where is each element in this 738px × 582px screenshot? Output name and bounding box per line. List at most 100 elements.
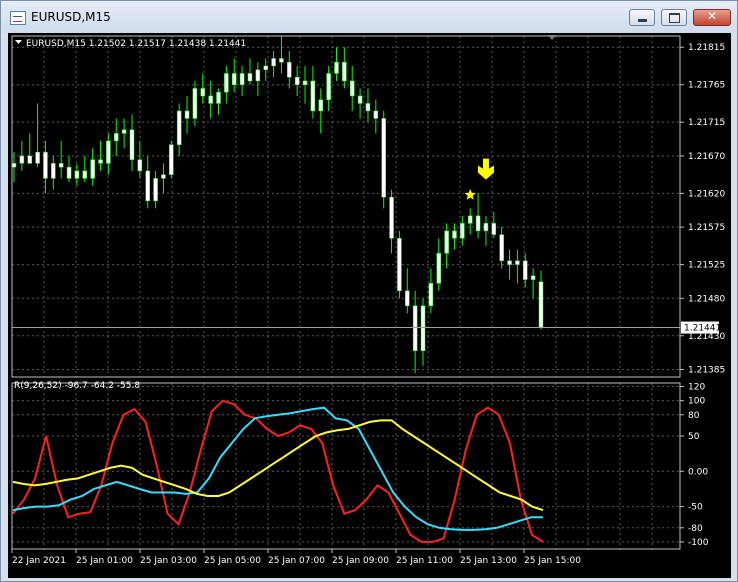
current-price-label: 1.21441 (684, 324, 721, 334)
osc-tick-label: 100 (688, 397, 705, 407)
candle-body[interactable] (467, 215, 473, 224)
candle-body[interactable] (428, 283, 434, 307)
candle-body[interactable] (538, 281, 544, 328)
time-axis-label: 25 Jan 07:00 (268, 556, 325, 566)
candle-body[interactable] (19, 155, 25, 164)
candle-body[interactable] (239, 73, 245, 85)
chart-shift-marker[interactable] (548, 35, 556, 40)
candle-body[interactable] (255, 69, 261, 82)
candle-body[interactable] (342, 61, 347, 82)
price-panel-frame (11, 35, 681, 378)
osc-panel-frame (11, 382, 681, 550)
candle-body[interactable] (184, 110, 190, 119)
maximize-button[interactable] (661, 9, 687, 26)
candle-body[interactable] (66, 166, 72, 179)
candle-body[interactable] (460, 223, 465, 239)
oscillator-header: R(9,26,52) -96.7 -64.2 -55.8 (14, 381, 140, 391)
candle-body[interactable] (27, 155, 32, 164)
osc-tick-label: -100 (688, 538, 709, 548)
osc-tick-label: 120 (688, 383, 705, 393)
candle-body[interactable] (444, 230, 449, 254)
candle-body[interactable] (121, 129, 127, 134)
chart-canvas[interactable]: 1.21815 1.21765 1.21715 1.21670 1.21620 1.215… (8, 33, 731, 578)
candle-body[interactable] (302, 80, 308, 85)
candle-body[interactable] (499, 234, 504, 262)
candle-body[interactable] (137, 159, 143, 172)
price-panel[interactable] (11, 36, 680, 374)
candle-body[interactable] (436, 253, 441, 284)
candle-body[interactable] (389, 196, 394, 239)
candle-body[interactable] (515, 260, 520, 265)
osc-tick-label: -80 (688, 524, 703, 534)
candle-body[interactable] (169, 144, 174, 175)
chart-grid (12, 36, 680, 549)
candle-body[interactable] (11, 163, 17, 168)
candle-body[interactable] (397, 238, 402, 292)
candle-body[interactable] (192, 88, 198, 119)
candle-body[interactable] (271, 58, 276, 67)
osc-tick-label: 0.00 (688, 467, 708, 477)
price-tick-label: 1.21715 (688, 118, 725, 128)
candle-body[interactable] (114, 133, 119, 142)
candle-body[interactable] (349, 80, 355, 97)
candle-body[interactable] (326, 73, 331, 100)
candle-body[interactable] (357, 95, 363, 104)
candle-body[interactable] (106, 140, 111, 164)
candle-body[interactable] (452, 230, 457, 239)
candle-body[interactable] (491, 223, 497, 235)
candle-body[interactable] (334, 61, 339, 74)
candle-body[interactable] (145, 170, 150, 202)
close-button[interactable]: ✕ (693, 9, 731, 26)
chart-window: EURUSD,M15 ✕ 1.21815 1.21765 1.21715 1.2167… (0, 0, 738, 582)
candle-body[interactable] (247, 73, 253, 82)
candle-body[interactable] (318, 99, 324, 112)
candle-body[interactable] (263, 65, 268, 70)
time-axis-label: 25 Jan 09:00 (332, 556, 389, 566)
candle-body[interactable] (475, 215, 481, 232)
candle-body[interactable] (507, 260, 512, 265)
candle-body[interactable] (412, 305, 418, 352)
candle-body[interactable] (231, 73, 237, 85)
signal-star-icon[interactable] (464, 188, 476, 200)
candle-body[interactable] (153, 178, 158, 202)
minimize-button[interactable] (629, 9, 655, 26)
candle-body[interactable] (279, 58, 284, 63)
candle-body[interactable] (51, 163, 56, 179)
candle-body[interactable] (310, 80, 316, 112)
chart-axes: 1.21815 1.21765 1.21715 1.21670 1.21620 1.215… (11, 35, 725, 566)
candle-body[interactable] (200, 88, 206, 97)
time-axis-label: 25 Jan 05:00 (204, 556, 261, 566)
candle-body[interactable] (373, 110, 379, 119)
candle-body[interactable] (365, 103, 371, 112)
price-tick-label: 1.21575 (688, 223, 725, 233)
candle-body[interactable] (224, 73, 229, 93)
candle-body[interactable] (176, 110, 182, 145)
title-bar[interactable]: EURUSD,M15 ✕ (1, 1, 737, 33)
candle-body[interactable] (294, 76, 300, 85)
dropdown-arrow-icon[interactable] (15, 40, 22, 44)
candle-body[interactable] (216, 91, 221, 104)
candle-body[interactable] (74, 170, 80, 179)
candle-body[interactable] (483, 223, 489, 232)
price-tick-label: 1.21385 (688, 366, 725, 376)
candle-body[interactable] (129, 129, 135, 160)
candle-body[interactable] (82, 170, 88, 179)
candle-body[interactable] (90, 159, 95, 179)
candle-body[interactable] (405, 290, 410, 307)
candle-body[interactable] (530, 275, 536, 280)
candle-body[interactable] (43, 151, 48, 179)
price-tick-label: 1.21620 (688, 189, 725, 199)
candle-body[interactable] (287, 61, 292, 78)
time-axis-label: 22 Jan 2021 (12, 556, 66, 566)
osc-tick-label: 50 (688, 432, 700, 442)
candle-body[interactable] (523, 260, 528, 280)
candle-body[interactable] (208, 95, 213, 104)
oscillator-line-3[interactable] (12, 419, 544, 512)
candle-body[interactable] (35, 151, 40, 164)
candle-body[interactable] (98, 159, 103, 164)
candle-body[interactable] (161, 174, 166, 179)
candle-body[interactable] (58, 163, 64, 168)
chart-window-icon (10, 11, 26, 25)
candle-body[interactable] (420, 305, 426, 352)
candle-body[interactable] (381, 118, 386, 198)
